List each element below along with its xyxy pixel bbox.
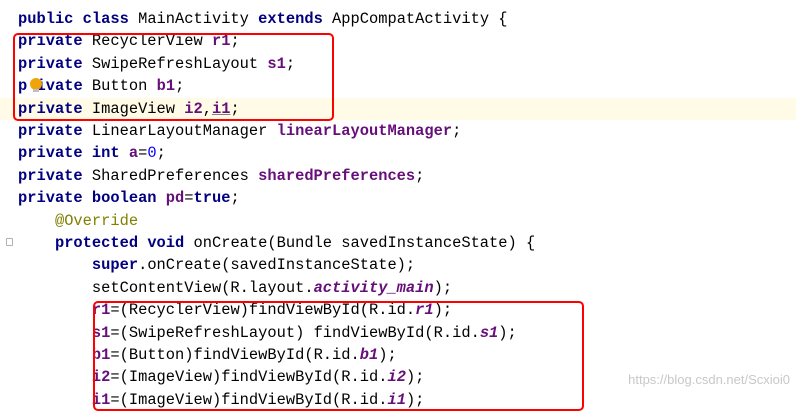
keyword: true (193, 189, 231, 208)
highlight-box-findviewbyid (93, 301, 584, 411)
type-name: SharedPreferences (91, 166, 259, 185)
keyword: int (91, 144, 129, 163)
class-name: MainActivity (138, 10, 259, 28)
field-name: pd (165, 189, 185, 208)
keyword: protected (54, 234, 148, 252)
code-line-6[interactable]: private LinearLayoutManager linearLayout… (0, 120, 796, 142)
keyword: private (18, 122, 92, 140)
code-end: ; (452, 122, 462, 140)
field-name: sharedPreferences (258, 166, 416, 185)
code-text: private boolean pd=true; (18, 187, 240, 209)
highlight-box-declarations (13, 33, 334, 121)
watermark: https://blog.csdn.net/Scxioi0 (628, 372, 790, 387)
annotation: @Override (54, 211, 139, 230)
code-pre: setContentView(R.layout. (91, 278, 314, 297)
code-end: ; (156, 144, 166, 163)
code-text: private LinearLayoutManager linearLayout… (18, 120, 461, 142)
code-line-9[interactable]: private boolean pd=true; (0, 187, 796, 209)
code-line-11[interactable]: protected void onCreate(Bundle savedInst… (0, 232, 796, 254)
keyword: private (18, 144, 92, 163)
code-end: ; (230, 189, 240, 208)
code-line-8[interactable]: private SharedPreferences sharedPreferen… (0, 165, 796, 187)
keyword: public class (18, 10, 139, 28)
code-rest: .onCreate(savedInstanceState); (138, 256, 416, 275)
code-text: super.onCreate(savedInstanceState); (18, 254, 415, 276)
field-name: a (128, 144, 139, 163)
code-line-12[interactable]: super.onCreate(savedInstanceState); (0, 254, 796, 276)
code-editor[interactable]: public class MainActivity extends AppCom… (0, 0, 796, 415)
code-line-10[interactable]: @Override (0, 210, 796, 232)
code-end: ; (415, 166, 425, 185)
code-text: public class MainActivity extends AppCom… (18, 8, 508, 30)
code-end: ); (433, 278, 453, 297)
code-line-13[interactable]: setContentView(R.layout.activity_main); (0, 277, 796, 299)
keyword: extends (258, 10, 333, 28)
keyword: boolean (91, 189, 166, 208)
code-text: setContentView(R.layout.activity_main); (18, 277, 452, 299)
type-name: LinearLayoutManager (91, 122, 277, 140)
number-literal: 0 (147, 144, 157, 163)
keyword: void (147, 234, 194, 252)
code-rest: AppCompatActivity { (332, 10, 508, 28)
code-text: private int a=0; (18, 142, 166, 164)
code-line-7[interactable]: private int a=0; (0, 142, 796, 164)
keyword: super (91, 256, 139, 275)
field-name: linearLayoutManager (276, 122, 453, 140)
code-text: private SharedPreferences sharedPreferen… (18, 165, 424, 187)
keyword: private (18, 189, 92, 208)
fold-marker-icon[interactable] (6, 238, 13, 246)
code-rest: onCreate(Bundle savedInstanceState) { (193, 234, 536, 252)
code-text: @Override (18, 210, 138, 232)
operator: = (138, 144, 148, 163)
resource-ref: activity_main (313, 278, 434, 297)
operator: = (184, 189, 194, 208)
code-text: protected void onCreate(Bundle savedInst… (18, 232, 535, 254)
code-line-1[interactable]: public class MainActivity extends AppCom… (0, 8, 796, 30)
keyword: private (18, 166, 92, 185)
